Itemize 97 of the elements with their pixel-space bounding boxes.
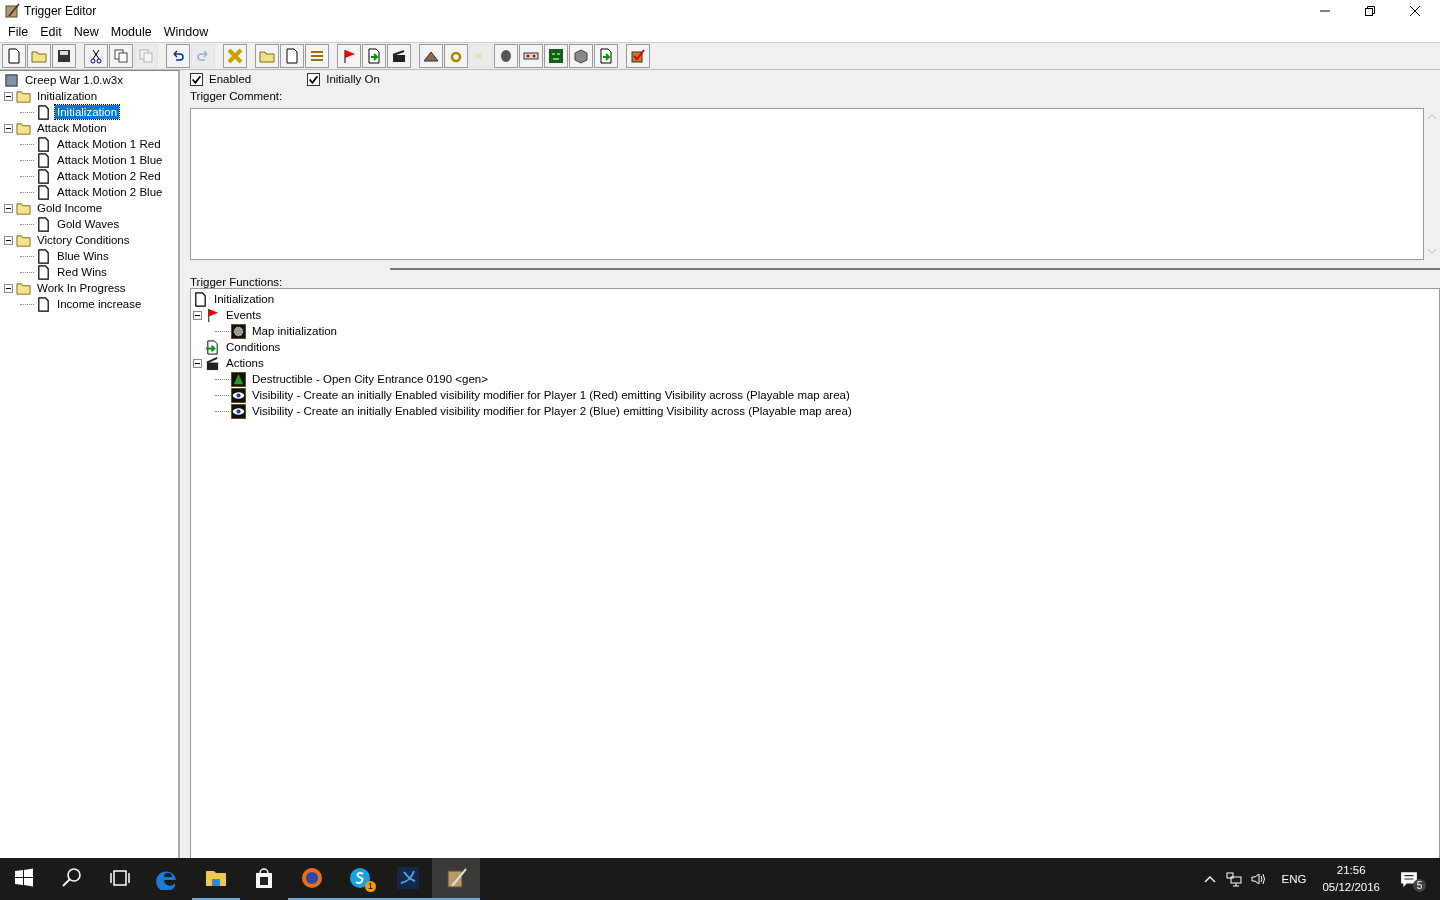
- function-item[interactable]: Conditions: [224, 340, 283, 354]
- page-icon[interactable]: [280, 44, 304, 68]
- tree-item[interactable]: Gold Income: [35, 201, 105, 215]
- folder-icon: [16, 232, 31, 248]
- action-center-button[interactable]: 5: [1400, 866, 1426, 892]
- taskbar-button[interactable]: 1: [336, 858, 384, 900]
- cube-icon[interactable]: [569, 44, 593, 68]
- speaker-icon[interactable]: [1249, 871, 1266, 887]
- page-icon: [193, 291, 208, 307]
- collapse-icon[interactable]: [4, 203, 13, 213]
- function-item[interactable]: Visibility - Create an initially Enabled visibility modifier for Player 2 (Blue) emitting Visibility across (Playable map area): [250, 404, 854, 418]
- checkmark-icon[interactable]: [626, 44, 650, 68]
- tree-item[interactable]: Attack Motion 2 Blue: [55, 185, 165, 199]
- folder-icon: [16, 200, 31, 216]
- collapse-icon[interactable]: [4, 123, 13, 133]
- page-arrow-icon: [205, 339, 220, 355]
- checkbox[interactable]: [190, 72, 203, 86]
- folder-icon: [16, 120, 31, 136]
- clock-date: 05/12/2016: [1322, 880, 1380, 895]
- eye-icon: [231, 387, 246, 403]
- flag-icon: [205, 307, 220, 323]
- tree-item[interactable]: Blue Wins: [55, 249, 111, 263]
- notification-badge: 1: [365, 881, 376, 892]
- menu-item[interactable]: File: [2, 25, 35, 39]
- checkbox[interactable]: [307, 72, 321, 86]
- function-item[interactable]: Initialization: [212, 292, 277, 306]
- checkbox-label: Initially On: [326, 73, 380, 85]
- page-icon: [36, 296, 51, 312]
- collapse-icon[interactable]: [4, 283, 13, 293]
- undo-icon[interactable]: [166, 44, 190, 68]
- page-import-icon[interactable]: [594, 44, 618, 68]
- page-icon[interactable]: [2, 44, 26, 68]
- letter-s-icon: [348, 866, 372, 890]
- function-item[interactable]: Actions: [224, 356, 266, 370]
- flag-icon[interactable]: [337, 44, 361, 68]
- page-icon: [36, 264, 51, 280]
- folder-icon: [16, 280, 31, 296]
- window-title: Trigger Editor: [24, 4, 97, 18]
- menu-item[interactable]: New: [67, 25, 105, 39]
- tree-item[interactable]: Victory Conditions: [35, 233, 132, 247]
- tree-item[interactable]: Initialization: [55, 105, 120, 119]
- clapperboard-icon[interactable]: [387, 44, 411, 68]
- network-icon[interactable]: [1225, 871, 1242, 887]
- tree-item[interactable]: Attack Motion 1 Red: [55, 137, 163, 151]
- monster-face-icon[interactable]: [544, 44, 568, 68]
- taskbar-button[interactable]: [432, 858, 480, 900]
- scissors-icon[interactable]: [84, 44, 108, 68]
- menu-item[interactable]: Edit: [34, 25, 68, 39]
- page-icon: [36, 136, 51, 152]
- tree-item[interactable]: Creep War 1.0.w3x: [23, 73, 125, 87]
- scroll-quill-icon: [4, 3, 20, 19]
- restore-icon[interactable]: [1365, 6, 1375, 16]
- page-icon: [36, 248, 51, 264]
- x-icon[interactable]: [223, 44, 247, 68]
- function-item[interactable]: Events: [224, 308, 264, 322]
- scroll-quill-icon: [444, 866, 468, 890]
- collapse-icon[interactable]: [193, 358, 202, 368]
- page-icon: [36, 184, 51, 200]
- menu-item[interactable]: Module: [104, 25, 158, 39]
- checkbox-label: Enabled: [209, 73, 252, 85]
- tree-item[interactable]: Attack Motion 1 Blue: [55, 153, 165, 167]
- eye-icon: [231, 403, 246, 419]
- tree-item[interactable]: Attack Motion: [35, 121, 109, 135]
- clock-time: 21:56: [1336, 863, 1366, 878]
- menu-item[interactable]: Window: [157, 25, 215, 39]
- tree-item[interactable]: Gold Waves: [55, 217, 122, 231]
- tree-item[interactable]: Initialization: [35, 89, 100, 103]
- tree-item[interactable]: Income increase: [55, 297, 144, 311]
- comment-label: Trigger Comment:: [190, 90, 284, 102]
- notification-badge: 5: [1413, 879, 1426, 892]
- gear-icon: [231, 323, 246, 339]
- collapse-icon[interactable]: [4, 91, 13, 101]
- terrain-icon[interactable]: [419, 44, 443, 68]
- page-icon: [36, 152, 51, 168]
- collapse-icon[interactable]: [193, 310, 202, 320]
- clock[interactable]: 21:56 05/12/2016: [1322, 862, 1380, 896]
- tree-item[interactable]: Work In Progress: [35, 281, 128, 295]
- lines-icon[interactable]: [305, 44, 329, 68]
- page-icon: [36, 216, 51, 232]
- function-item[interactable]: Map initialization: [250, 324, 339, 338]
- function-item[interactable]: Visibility - Create an initially Enabled visibility modifier for Player 1 (Red) emitting Visibility across (Playable map area): [250, 388, 852, 402]
- function-item[interactable]: Destructible - Open City Entrance 0190 <gen>: [250, 372, 490, 386]
- clapperboard-icon: [205, 355, 220, 371]
- page-icon: [36, 104, 51, 120]
- message-icon: [1400, 870, 1418, 888]
- tree-icon: [231, 371, 246, 387]
- language-indicator[interactable]: ENG: [1281, 873, 1307, 885]
- tree-item[interactable]: Attack Motion 2 Red: [55, 169, 163, 183]
- comment-field[interactable]: [190, 108, 1424, 260]
- panel-icon[interactable]: [519, 44, 543, 68]
- folder-icon: [16, 88, 31, 104]
- close-icon[interactable]: [1410, 6, 1420, 16]
- functions-label: Trigger Functions:: [190, 276, 284, 288]
- tree-item[interactable]: Red Wins: [55, 265, 109, 279]
- folder-icon[interactable]: [255, 44, 279, 68]
- page-icon: [36, 168, 51, 184]
- collapse-icon[interactable]: [4, 235, 13, 245]
